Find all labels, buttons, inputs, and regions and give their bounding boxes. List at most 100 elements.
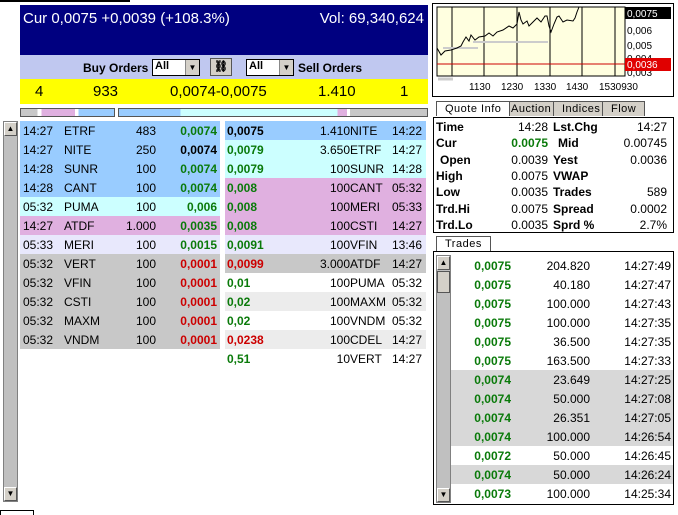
trade-row[interactable]: 0,0075 163.500 14:27:33 [451,351,673,370]
buy-order-row[interactable]: 05:32 VNDM 100 0,0001 [20,330,220,349]
order-size: 100 [329,219,350,233]
quote-value: 589 [646,185,667,200]
sell-order-row[interactable]: 0,02 100 MAXM 05:32 [225,292,426,311]
sell-order-row[interactable]: 0,008 100 MERI 05:33 [225,197,426,216]
trade-row[interactable]: 0,0074 23.649 14:27:25 [451,370,673,389]
sell-order-row[interactable]: 0,02 100 VNDM 05:32 [225,311,426,330]
trade-row[interactable]: 0,0074 50.000 14:26:24 [451,465,673,484]
order-price: 0,0074 [180,124,217,138]
buy-order-row[interactable]: 14:27 NITE 250 0,0074 [20,140,220,159]
order-price: 0,51 [227,352,251,366]
trade-row[interactable]: 0,0074 26.351 14:27:05 [451,408,673,427]
tab-quote-info[interactable]: Quote Info [436,101,511,116]
order-time: 14:27 [23,143,54,157]
x-label: 1330 [534,82,557,93]
tab-flow[interactable]: Flow [602,101,646,116]
quote-row: Open 0.0039 Yest 0.0036 [434,152,673,168]
order-size: 100 [329,295,350,309]
sell-order-row[interactable]: 0,0079 100 SUNR 14:28 [225,159,426,178]
sell-order-row[interactable]: 0,008 100 CSTI 14:27 [225,216,426,235]
order-size: 100 [135,238,156,252]
trade-row[interactable]: 0,0075 100.000 14:27:35 [451,313,673,332]
sell-order-row[interactable]: 0,008 100 CANT 05:32 [225,178,426,197]
order-size: 250 [135,143,156,157]
sell-order-row[interactable]: 0,0075 1.410 NITE 14:22 [225,121,426,140]
trade-row[interactable]: 0,0074 100.000 14:26:54 [451,427,673,446]
buy-order-row[interactable]: 05:32 VERT 100 0,0001 [20,254,220,273]
order-time: 14:27 [391,143,422,157]
trade-row[interactable]: 0,0073 100.000 14:25:34 [451,484,673,503]
trades-scrollbar[interactable]: ▲ ▼ [436,255,451,503]
sell-order-row[interactable]: 0,0238 100 CDEL 14:27 [225,330,426,349]
order-price: 0,008 [227,200,258,214]
buy-order-row[interactable]: 05:32 MAXM 100 0,0001 [20,311,220,330]
sell-filter-select[interactable]: All ▼ [246,59,294,76]
trade-row[interactable]: 0,0075 40.180 14:27:47 [451,275,673,294]
quote-info-panel: Time 14:28 Lst.Chg 14:27 Cur 0.0075 Mid 0… [433,117,674,233]
buy-filter-select[interactable]: All ▼ [152,59,200,76]
scroll-down-icon[interactable]: ▼ [437,488,450,502]
order-time: 13:46 [391,238,422,252]
trade-row[interactable]: 0,0075 100.000 14:27:43 [451,294,673,313]
order-time: 05:33 [391,200,422,214]
order-price: 0,01 [227,276,251,290]
book-summary: 4 933 0,0074-0,0075 1.410 1 [20,79,428,104]
reference-label: 0,0036 [627,60,658,71]
order-price: 0,0238 [227,333,264,347]
market-maker: VNDM [64,333,100,347]
buy-order-row[interactable]: 05:32 PUMA 100 0,006 [20,197,220,216]
price-header: Cur 0,0075 +0,0039 (+108.3%) Vol: 69,340… [20,5,428,55]
buy-order-row[interactable]: 14:27 ETRF 483 0,0074 [20,121,220,140]
trade-row[interactable]: 0,0072 50.000 14:26:45 [451,446,673,465]
trade-price: 0,0075 [474,297,511,311]
quote-label: Spread [553,201,594,216]
quote-value: 0.0039 [511,152,548,167]
order-price: 0,008 [227,181,258,195]
order-price: 0,008 [227,219,258,233]
status-tab [0,510,34,515]
sell-order-row[interactable]: 0,0099 3.000 ATDF 14:27 [225,254,426,273]
market-maker: CSTI [350,219,378,233]
trade-time: 14:26:45 [624,449,671,463]
buy-order-row[interactable]: 05:32 CSTI 100 0,0001 [20,292,220,311]
buy-order-row[interactable]: 14:27 ATDF 1.000 0,0035 [20,216,220,235]
sell-order-row[interactable]: 0,51 10 VERT 14:27 [225,349,426,368]
chart-panel: 0,0075 0,006 0,005 0,004 0,003 0,0036 11… [432,3,674,97]
buy-order-row[interactable]: 05:33 MERI 100 0,0015 [20,235,220,254]
order-price: 0,0001 [180,295,217,309]
tab-indices[interactable]: Indices [553,101,610,116]
order-size: 100 [329,238,350,252]
order-size: 1.000 [125,219,156,233]
buy-order-row[interactable]: 14:28 CANT 100 0,0074 [20,178,220,197]
trade-row[interactable]: 0,0075 36.500 14:27:35 [451,332,673,351]
order-size: 100 [135,200,156,214]
chevron-down-icon: ▼ [279,60,293,75]
quote-value: 0.0036 [630,152,667,167]
trade-row[interactable]: 0,0075 204.820 14:27:49 [451,256,673,275]
buy-order-row[interactable]: 05:32 VFIN 100 0,0001 [20,273,220,292]
order-price: 0,0001 [180,314,217,328]
quote-value: 0.0075 [511,168,548,183]
scroll-up-icon[interactable]: ▲ [437,256,450,270]
sell-depth-bar [118,108,428,117]
scroll-up-icon[interactable]: ▲ [4,122,17,136]
scroll-thumb[interactable] [437,271,450,293]
tab-auction[interactable]: Auction [502,101,561,116]
orderbook-scrollbar[interactable]: ▲ ▼ [3,121,18,502]
order-size: 100 [135,333,156,347]
market-maker: SUNR [64,162,99,176]
scroll-down-icon[interactable]: ▼ [4,487,17,501]
order-size: 100 [329,162,350,176]
market-maker: PUMA [64,200,99,214]
volume: Vol: 69,340,624 [319,10,424,27]
sell-order-row[interactable]: 0,01 100 PUMA 05:32 [225,273,426,292]
buy-order-row[interactable]: 14:28 SUNR 100 0,0074 [20,159,220,178]
sell-order-row[interactable]: 0,0091 100 VFIN 13:46 [225,235,426,254]
trade-row[interactable]: 0,0074 50.000 14:27:08 [451,389,673,408]
best-spread: 0,0074-0,0075 [170,83,267,100]
tab-trades[interactable]: Trades [436,236,491,251]
quote-row: Time 14:28 Lst.Chg 14:27 [434,119,673,135]
order-price: 0,0099 [227,257,264,271]
sell-order-row[interactable]: 0,0079 3.650 ETRF 14:27 [225,140,426,159]
chain-link-icon[interactable]: ⛓ [210,58,232,76]
